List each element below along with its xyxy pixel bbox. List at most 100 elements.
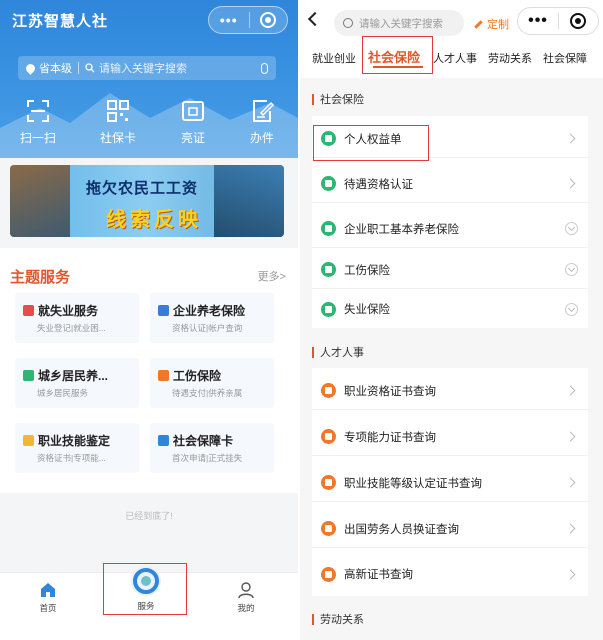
card-subtitle: 资格证书|专项能...: [37, 453, 106, 463]
list-item-label: 失业保险: [344, 304, 390, 316]
target-icon: [260, 12, 277, 28]
card-title: 城乡居民养...: [38, 369, 109, 383]
certificate-icon: [321, 566, 336, 582]
list-item-label: 出国劳务人员换证查询: [344, 523, 459, 536]
miniapp-capsule: •••: [208, 6, 288, 34]
theme-card-injury-insurance[interactable]: 工伤保险 待遇支付|供养亲属: [150, 358, 274, 408]
location-pin-icon: [24, 61, 37, 75]
search-bar[interactable]: 省本级 请输入关键字搜索: [18, 56, 276, 80]
service-header: 请输入关键字搜索 定制 ••• 就业创业 社会保险 人才人事 劳动关系 社会保障: [300, 0, 603, 78]
card-subtitle: 首次申请|正式挂失: [172, 453, 243, 463]
resident-icon: [23, 370, 34, 381]
list-item-vocational-qualification[interactable]: 职业资格证书查询: [312, 372, 588, 410]
chevron-right-icon: [565, 477, 576, 488]
section-title: 主题服务: [10, 269, 71, 286]
section-title: 劳动关系: [320, 614, 364, 626]
list-item-overseas-labor[interactable]: 出国劳务人员换证查询: [312, 510, 588, 548]
tab-mine[interactable]: 我的: [216, 581, 276, 614]
document-icon: [321, 176, 336, 191]
briefcase-icon: [23, 305, 34, 316]
chevron-down-circle-icon: [565, 222, 578, 235]
card-subtitle: 资格认证|帐户查询: [172, 323, 243, 333]
theme-card-social-security-card[interactable]: 社会保障卡 首次申请|正式挂失: [150, 423, 274, 473]
chevron-right-icon: [565, 178, 576, 189]
header-hero: 江苏智慧人社 ••• 省本级 请输入关键字搜索 扫一扫 社保卡 亮证 办件: [0, 0, 298, 158]
chevron-right-icon: [565, 523, 576, 534]
certificate-icon: [321, 475, 336, 490]
customize-label: 定制: [487, 19, 509, 31]
quick-action-label: 亮证: [180, 131, 205, 145]
tab-employment[interactable]: 就业创业: [312, 50, 356, 66]
tab-label: 我的: [237, 603, 255, 613]
quick-action-label: 办件: [249, 131, 274, 145]
talent-list: 职业资格证书查询 专项能力证书查询 职业技能等级认定证书查询 出国劳务人员换证查…: [312, 368, 588, 596]
qrcode-icon: [107, 100, 129, 122]
card-subtitle: 失业登记|就业困...: [37, 323, 106, 333]
quick-action-label: 扫一扫: [19, 131, 56, 145]
search-icon: [85, 63, 95, 73]
highlight-box-service-tab: [103, 563, 187, 615]
list-item-label: 专项能力证书查询: [344, 431, 436, 444]
theme-card-skill-appraisal[interactable]: 职业技能鉴定 资格证书|专项能...: [15, 423, 139, 473]
card-subtitle: 待遇支付|供养亲属: [172, 388, 243, 398]
quick-action-social-card[interactable]: 社保卡: [88, 98, 148, 146]
list-item-skill-level[interactable]: 职业技能等级认定证书查询: [312, 464, 588, 502]
scan-icon: [27, 100, 49, 122]
list-item-label: 高新证书查询: [344, 569, 413, 581]
back-arrow-icon[interactable]: [307, 11, 323, 27]
tab-labor-relations[interactable]: 劳动关系: [488, 50, 532, 66]
chevron-down-circle-icon: [565, 263, 578, 276]
more-button[interactable]: •••: [209, 12, 249, 28]
list-item-injury-insurance[interactable]: 工伤保险: [312, 251, 588, 289]
tab-social-security[interactable]: 社会保障: [543, 50, 587, 66]
card-title: 就失业服务: [38, 304, 99, 318]
certificate-icon: [23, 435, 34, 446]
list-item-label: 职业资格证书查询: [344, 385, 436, 398]
list-item-special-ability[interactable]: 专项能力证书查询: [312, 418, 588, 456]
service-search-bar[interactable]: 请输入关键字搜索: [334, 10, 464, 36]
section-header: 劳动关系: [312, 611, 364, 627]
left-screen: 江苏智慧人社 ••• 省本级 请输入关键字搜索 扫一扫 社保卡 亮证 办件 拖欠…: [0, 0, 298, 640]
certificate-icon: [321, 429, 336, 444]
chevron-right-icon: [565, 431, 576, 442]
chevron-right-icon: [565, 385, 576, 396]
list-item-unemployment-insurance[interactable]: 失业保险: [312, 290, 588, 328]
document-icon: [321, 301, 336, 317]
injury-icon: [158, 370, 169, 381]
list-item-enterprise-pension[interactable]: 企业职工基本养老保险: [312, 210, 588, 248]
theme-card-employment[interactable]: 就失业服务 失业登记|就业困...: [15, 293, 139, 343]
document-icon: [321, 262, 336, 277]
pencil-icon: [474, 19, 483, 29]
list-item-benefit-qualification[interactable]: 待遇资格认证: [312, 165, 588, 203]
location-selector[interactable]: 省本级: [39, 60, 72, 76]
service-search-input[interactable]: 请输入关键字搜索: [359, 16, 443, 31]
end-of-list-note: 已经到底了!: [125, 511, 173, 521]
tab-home[interactable]: 首页: [18, 581, 78, 614]
quick-action-scan[interactable]: 扫一扫: [8, 98, 68, 146]
section-title: 社会保险: [320, 94, 364, 106]
close-target-button[interactable]: [249, 12, 287, 28]
tab-talent[interactable]: 人才人事: [433, 50, 477, 66]
microphone-icon[interactable]: [261, 62, 268, 74]
list-item-high-tech-certificate[interactable]: 高新证书查询: [312, 555, 588, 593]
quick-action-label: 社保卡: [99, 131, 136, 145]
theme-card-resident-pension[interactable]: 城乡居民养... 城乡居民服务: [15, 358, 139, 408]
quick-action-show-credential[interactable]: 亮证: [163, 98, 223, 146]
customize-button[interactable]: 定制: [474, 16, 509, 32]
banner-line-1: 拖欠农民工工资: [86, 180, 199, 197]
section-bar: [312, 93, 314, 105]
more-button[interactable]: •••: [518, 12, 558, 30]
chevron-right-icon: [565, 569, 576, 579]
worker-photo-left: [10, 165, 70, 237]
chevron-right-icon: [565, 133, 576, 144]
certificate-icon: [321, 383, 336, 398]
theme-card-enterprise-pension[interactable]: 企业养老保险 资格认证|帐户查询: [150, 293, 274, 343]
quick-action-cases[interactable]: 办件: [232, 98, 292, 146]
close-target-button[interactable]: [559, 13, 598, 29]
wage-report-banner[interactable]: 拖欠农民工工资 线索反映: [10, 165, 284, 237]
more-link[interactable]: 更多>: [258, 268, 286, 284]
search-input[interactable]: 请输入关键字搜索: [99, 60, 261, 76]
highlight-box-personal-rights: [313, 125, 429, 161]
certificate-icon: [321, 521, 336, 536]
card-title: 社会保障卡: [173, 434, 234, 448]
